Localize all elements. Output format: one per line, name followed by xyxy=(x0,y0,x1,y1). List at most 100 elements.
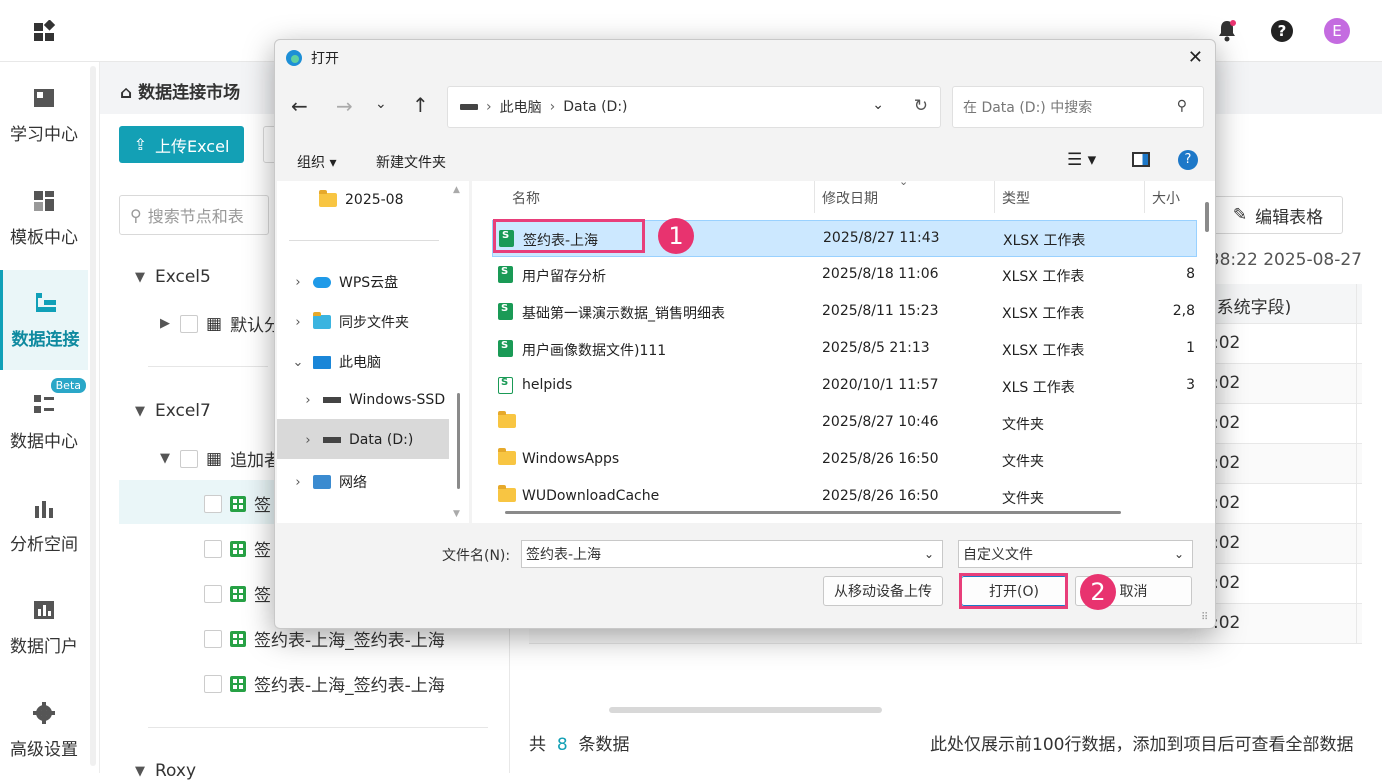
help-icon[interactable]: ? xyxy=(1269,18,1295,44)
horizontal-scrollbar[interactable] xyxy=(609,707,882,713)
excel-file-icon xyxy=(498,340,513,357)
file-list-hscrollbar[interactable] xyxy=(505,511,1121,514)
close-icon[interactable]: ✕ xyxy=(1188,47,1203,68)
cell: :02 xyxy=(1213,333,1241,353)
upload-excel-button[interactable]: ⇪ 上传Excel xyxy=(119,126,244,163)
svg-text:E: E xyxy=(1332,22,1341,40)
history-chevron-icon[interactable]: ⌄ xyxy=(872,97,884,113)
new-folder-button[interactable]: 新建文件夹 xyxy=(376,152,446,172)
tree-node-excel7[interactable]: ▼ Excel7 xyxy=(133,401,211,421)
refresh-icon[interactable]: ↻ xyxy=(914,96,928,116)
nav-folder-2025-08[interactable]: 2025-08 xyxy=(319,190,404,208)
file-row[interactable]: 用户画像数据文件)111 2025/8/5 21:13 XLSX 工作表 1 xyxy=(492,331,1197,368)
sort-chevron-icon: ⌄ xyxy=(899,175,909,188)
upload-from-mobile-button[interactable]: 从移动设备上传 xyxy=(823,576,943,606)
breadcrumb[interactable]: ⌂ 数据连接市场 xyxy=(120,78,240,103)
notification-bell-icon[interactable] xyxy=(1214,18,1240,44)
file-row[interactable]: 基础第一课演示数据_销售明细表 2025/8/11 15:23 XLSX 工作表 2,… xyxy=(492,294,1197,331)
user-avatar[interactable]: E xyxy=(1324,18,1350,44)
file-date: 2025/8/5 21:13 xyxy=(822,340,930,356)
path-segment[interactable]: 此电脑 xyxy=(500,97,542,117)
nav-data-d[interactable]: › Data (D:) xyxy=(301,432,413,448)
preview-pane-icon[interactable] xyxy=(1132,152,1150,167)
file-list-vscrollbar[interactable] xyxy=(1205,202,1209,232)
back-arrow-icon[interactable]: ← xyxy=(291,94,308,118)
tree-leaf-sheet[interactable]: 签约表-上海_签约表-上海 xyxy=(204,671,445,696)
sheet-icon xyxy=(230,585,246,602)
dialog-search-input[interactable]: 在 Data (D:) 中搜索 ⚲ xyxy=(952,86,1204,128)
help-icon[interactable]: ? xyxy=(1178,150,1198,170)
organize-menu[interactable]: 组织 ▾ xyxy=(297,152,336,172)
breadcrumb-label: 数据连接市场 xyxy=(138,83,241,103)
view-menu-icon[interactable]: ☰ ▾ xyxy=(1067,150,1096,170)
nav-label: 高级设置 xyxy=(10,739,78,760)
nav-label: 学习中心 xyxy=(10,124,78,145)
nav-wps-cloud[interactable]: › WPS云盘 xyxy=(291,272,398,292)
tree-node-excel5[interactable]: ▼ Excel5 xyxy=(133,267,211,287)
nav-label: 数据中心 xyxy=(10,431,78,452)
tree-leaf-sheet[interactable]: 签 xyxy=(204,581,271,606)
scroll-up-icon[interactable]: ▲ xyxy=(453,185,460,195)
divider xyxy=(148,727,488,728)
checkbox[interactable] xyxy=(180,449,198,468)
chevron-down-icon: ⌄ xyxy=(292,354,304,370)
tree-node-roxy[interactable]: ▼ Roxy xyxy=(133,761,196,781)
app-logo-icon[interactable] xyxy=(33,20,59,44)
recent-chevron-icon[interactable]: ⌄ xyxy=(375,96,387,112)
divider xyxy=(148,366,268,367)
node-label: Roxy xyxy=(155,761,197,781)
path-segment[interactable]: Data (D:) xyxy=(563,99,627,115)
tree-search-input[interactable]: ⚲ 搜索节点和表 xyxy=(119,195,269,235)
nav-pane-scrollbar[interactable] xyxy=(457,393,460,489)
nav-advanced-settings[interactable]: 高级设置 xyxy=(0,680,88,780)
file-row[interactable]: 用户留存分析 2025/8/18 11:06 XLSX 工作表 8 xyxy=(492,257,1197,294)
nav-template-center[interactable]: 模板中心 xyxy=(0,168,88,268)
column-date[interactable]: 修改日期 xyxy=(822,188,878,208)
forward-arrow-icon[interactable]: → xyxy=(336,94,353,118)
up-arrow-icon[interactable]: ↑ xyxy=(412,93,429,117)
dialog-title: 打开 xyxy=(311,51,339,67)
address-bar[interactable]: › 此电脑 › Data (D:) ⌄ ↻ xyxy=(447,86,941,128)
nav-scrollbar[interactable] xyxy=(90,66,96,766)
nav-learning-center[interactable]: 学习中心 xyxy=(0,65,88,165)
nav-network[interactable]: › 网络 xyxy=(291,472,367,492)
tree-leaf-sheet[interactable]: 签 xyxy=(204,536,271,561)
gear-icon xyxy=(33,701,55,724)
edit-label: 编辑表格 xyxy=(1255,207,1324,228)
file-row[interactable]: 2025/8/27 10:46 文件夹 xyxy=(492,405,1197,442)
file-type-select[interactable]: 自定义文件 ⌄ xyxy=(958,540,1193,568)
breadcrumb-separator: › xyxy=(549,99,556,115)
search-icon: ⚲ xyxy=(1176,98,1187,114)
scroll-down-icon[interactable]: ▼ xyxy=(453,509,460,519)
resize-grip-icon[interactable]: ⠿ xyxy=(1201,612,1208,623)
nav-data-connection[interactable]: 数据连接 xyxy=(0,270,88,370)
nav-analysis-space[interactable]: 分析空间 xyxy=(0,475,88,575)
tree-leaf-sheet[interactable]: 签约表-上海_签约表-上海 xyxy=(204,626,445,651)
checkbox[interactable] xyxy=(204,629,222,648)
column-divider xyxy=(814,181,815,213)
tree-leaf-sheet[interactable]: 签 xyxy=(204,491,271,516)
filename-field[interactable]: 签约表-上海 ⌄ xyxy=(521,540,943,568)
nav-label: 模板中心 xyxy=(10,227,78,248)
column-name[interactable]: 名称 xyxy=(512,188,540,208)
file-row[interactable]: WindowsApps 2025/8/26 16:50 文件夹 xyxy=(492,442,1197,479)
nav-windows-ssd[interactable]: › Windows-SSD xyxy=(301,392,445,408)
checkbox[interactable] xyxy=(204,494,222,513)
column-size[interactable]: 大小 xyxy=(1152,188,1180,208)
checkbox[interactable] xyxy=(204,674,222,693)
tree-node-default[interactable]: ▶ ▦ 默认分 xyxy=(158,311,281,337)
tree-node-append[interactable]: ▼ ▦ 追加者 xyxy=(158,446,281,472)
column-type[interactable]: 类型 xyxy=(1002,188,1030,208)
chevron-down-icon: ▼ xyxy=(135,763,145,779)
edit-table-button[interactable]: ✎ 编辑表格 xyxy=(1213,196,1343,234)
chevron-right-icon: › xyxy=(295,474,301,490)
nav-this-pc[interactable]: ⌄ 此电脑 xyxy=(291,352,381,372)
nav-data-portal[interactable]: 数据门户 xyxy=(0,577,88,677)
leaf-label: 签约表-上海_签约表-上海 xyxy=(254,631,445,651)
checkbox[interactable] xyxy=(180,314,198,333)
checkbox[interactable] xyxy=(204,539,222,558)
file-row[interactable]: helpids 2020/10/1 11:57 XLS 工作表 3 xyxy=(492,368,1197,405)
checkbox[interactable] xyxy=(204,584,222,603)
nav-data-center[interactable]: Beta 数据中心 xyxy=(0,372,88,472)
nav-sync-folder[interactable]: › 同步文件夹 xyxy=(291,312,409,332)
